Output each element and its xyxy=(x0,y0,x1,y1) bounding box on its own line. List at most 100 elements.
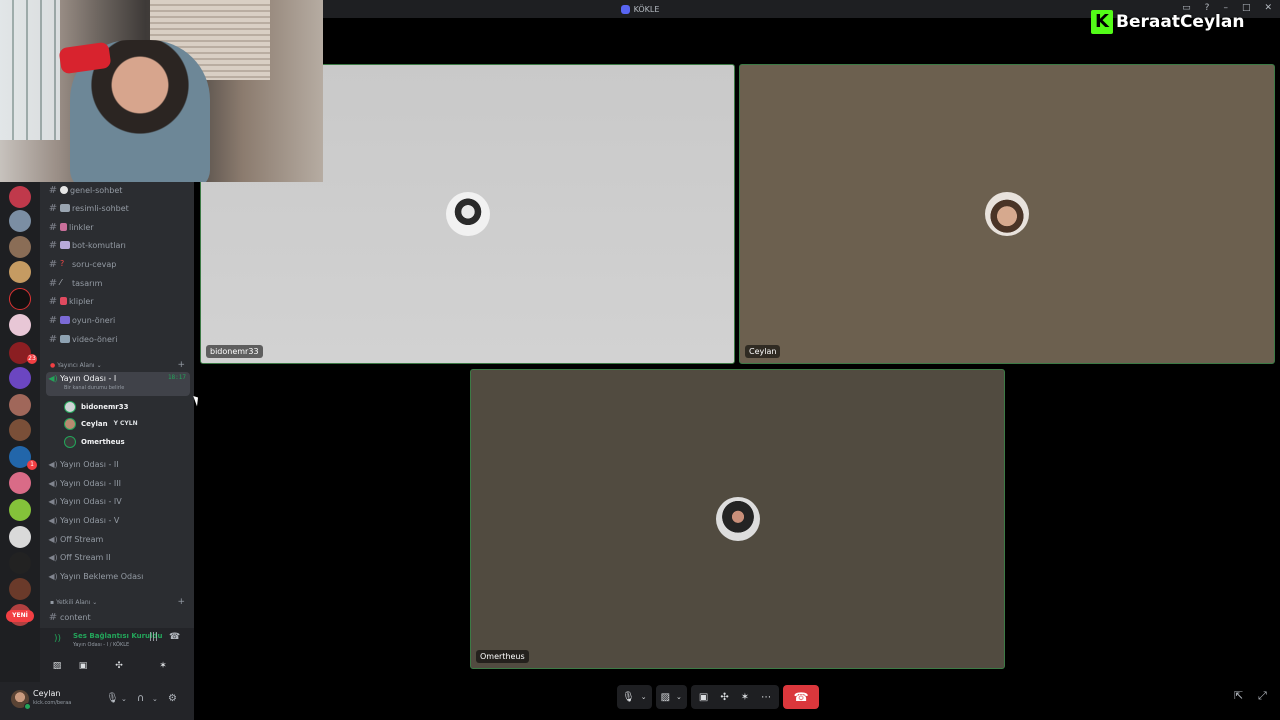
text-channel[interactable]: # klipler xyxy=(46,293,190,309)
text-channel[interactable]: # oyun-öneri xyxy=(46,312,190,328)
status-online-icon xyxy=(24,703,31,710)
streamer-webcam-overlay xyxy=(0,0,323,182)
category-header[interactable]: ● Yayıncı Alanı ⌄ + xyxy=(50,360,185,370)
video-icon xyxy=(60,335,70,343)
server-icon[interactable] xyxy=(9,314,31,336)
voice-timer: 18:17 xyxy=(167,374,186,381)
more-icon[interactable]: ⋯ xyxy=(761,692,771,703)
server-rail: 23 1 YENİ xyxy=(0,182,40,720)
chevron-down-icon[interactable]: ⌄ xyxy=(121,695,127,703)
camera-control[interactable]: ▨ ⌄ xyxy=(655,685,687,709)
participant-tile[interactable]: Omertheus xyxy=(470,369,1005,669)
hash-icon: # xyxy=(48,239,58,251)
text-channel[interactable]: # video-öneri xyxy=(46,331,190,347)
participant-name: bidonemr33 xyxy=(206,345,263,358)
text-channel[interactable]: # ⁄ tasarım xyxy=(46,275,190,291)
voice-member[interactable]: bidonemr33 xyxy=(64,399,128,414)
speaker-icon: ◀) xyxy=(48,374,58,383)
pencil-icon: ⁄ xyxy=(60,278,62,287)
fullscreen-icon[interactable]: ⤢ xyxy=(1258,689,1267,703)
webcam-window-bg xyxy=(0,0,60,140)
add-channel-icon[interactable]: + xyxy=(177,360,185,370)
chevron-down-icon[interactable]: ⌄ xyxy=(152,695,158,703)
pin-icon xyxy=(60,297,67,305)
participant-name: Omertheus xyxy=(476,650,529,663)
hash-icon: # xyxy=(48,184,58,196)
server-icon[interactable] xyxy=(9,236,31,258)
hash-icon: # xyxy=(48,202,58,214)
participant-name: Ceylan xyxy=(745,345,781,358)
server-mention-badge: 23 xyxy=(27,354,37,364)
mic-control[interactable]: 🎙︎ ⌄ xyxy=(617,685,652,709)
avatar xyxy=(64,435,76,448)
signal-icon[interactable]: )) xyxy=(54,634,61,644)
server-icon[interactable] xyxy=(9,288,31,310)
server-icon[interactable] xyxy=(9,394,31,416)
picture-icon xyxy=(60,204,70,212)
server-icon[interactable] xyxy=(9,261,31,283)
text-channel[interactable]: # linkler xyxy=(46,219,190,235)
server-icon[interactable] xyxy=(9,367,31,389)
hash-icon: # xyxy=(48,314,58,326)
hash-icon: # xyxy=(48,221,58,233)
robot-icon xyxy=(60,241,70,249)
server-icon[interactable] xyxy=(9,186,31,208)
gear-icon[interactable]: ⚙ xyxy=(168,693,177,704)
server-icon[interactable] xyxy=(9,552,31,574)
server-icon[interactable] xyxy=(9,210,31,232)
server-icon[interactable] xyxy=(9,578,31,600)
call-controls: 🎙︎ ⌄ ▨ ⌄ ▣ ✣ ✶ ⋯ ☎ xyxy=(617,684,820,710)
headphones-icon[interactable]: ∩ xyxy=(137,693,144,704)
disconnect-icon[interactable]: ☎ xyxy=(169,632,180,642)
channel-watermark: K BeraatCeylan xyxy=(1091,10,1244,34)
window-title: KÖKLE xyxy=(633,4,660,14)
channel-name: BeraatCeylan xyxy=(1116,12,1245,32)
server-icon[interactable] xyxy=(9,419,31,441)
voice-connection-box: )) Ses Bağlantısı Kuruldu Yayın Odası - … xyxy=(40,628,194,684)
hash-icon: # xyxy=(48,333,58,345)
server-icon[interactable] xyxy=(9,526,31,548)
text-channel[interactable]: # bot-komutları xyxy=(46,237,190,253)
participant-tile[interactable]: Ceylan xyxy=(739,64,1275,364)
soundboard-button[interactable]: ✶ xyxy=(148,658,178,674)
popout-icon[interactable]: ⇱ xyxy=(1234,689,1243,702)
microphone-icon[interactable]: 🎙︎ xyxy=(106,693,119,704)
chevron-down-icon[interactable]: ⌄ xyxy=(676,693,682,701)
text-channel[interactable]: # resimli-sohbet xyxy=(46,200,190,216)
user-panel: Ceylan kick.com/beraa 🎙︎ ⌄ ∩ ⌄ ⚙ xyxy=(0,682,194,720)
text-channel[interactable]: # genel-sohbet xyxy=(46,182,190,198)
server-icon[interactable] xyxy=(9,472,31,494)
activity-button[interactable]: ✣ xyxy=(104,658,134,674)
discord-window: KÖKLE ▭ ? – □ ✕ K BeraatCeylan 23 1 YENİ… xyxy=(0,0,1280,720)
screen-share-icon[interactable]: ▣ xyxy=(699,692,708,703)
close-icon[interactable]: ✕ xyxy=(1264,3,1272,13)
voice-connected-location[interactable]: Yayın Odası - I / KÖKLE xyxy=(73,642,129,648)
avatar xyxy=(64,417,76,430)
active-voice-channel[interactable]: ◀) Yayın Odası - I 18:17 Bir kanal durum… xyxy=(46,372,190,396)
link-icon xyxy=(60,223,67,231)
text-channel[interactable]: # ? soru-cevap xyxy=(46,256,190,272)
kick-logo-icon: K xyxy=(1091,10,1113,34)
guild-tag: Y CYLN xyxy=(113,420,138,427)
gamepad-icon xyxy=(60,316,70,324)
server-icon[interactable] xyxy=(9,499,31,521)
speech-balloon-icon xyxy=(60,186,68,194)
server-icon xyxy=(620,4,630,14)
voice-member[interactable]: Omertheus xyxy=(64,434,125,449)
camera-off-icon[interactable]: ▨ xyxy=(661,692,670,703)
user-custom-status: kick.com/beraa xyxy=(33,700,72,706)
channel-status[interactable]: Bir kanal durumu belirle xyxy=(64,385,124,391)
user-name[interactable]: Ceylan xyxy=(33,689,60,698)
chevron-down-icon[interactable]: ⌄ xyxy=(641,693,647,701)
hash-icon: # xyxy=(48,295,58,307)
soundboard-icon[interactable]: ✶ xyxy=(741,692,749,703)
voice-member[interactable]: Ceylan Y CYLN xyxy=(64,416,138,431)
leave-call-button[interactable]: ☎ xyxy=(783,685,820,709)
question-mark-icon: ? xyxy=(60,259,65,268)
screen-share-button[interactable]: ▣ xyxy=(68,658,98,674)
activity-icon[interactable]: ✣ xyxy=(720,692,728,703)
noise-suppression-icon[interactable]: ||| xyxy=(149,632,158,642)
microphone-icon[interactable]: 🎙︎ xyxy=(622,692,635,703)
hash-icon: # xyxy=(48,258,58,270)
hash-icon: # xyxy=(48,277,58,289)
